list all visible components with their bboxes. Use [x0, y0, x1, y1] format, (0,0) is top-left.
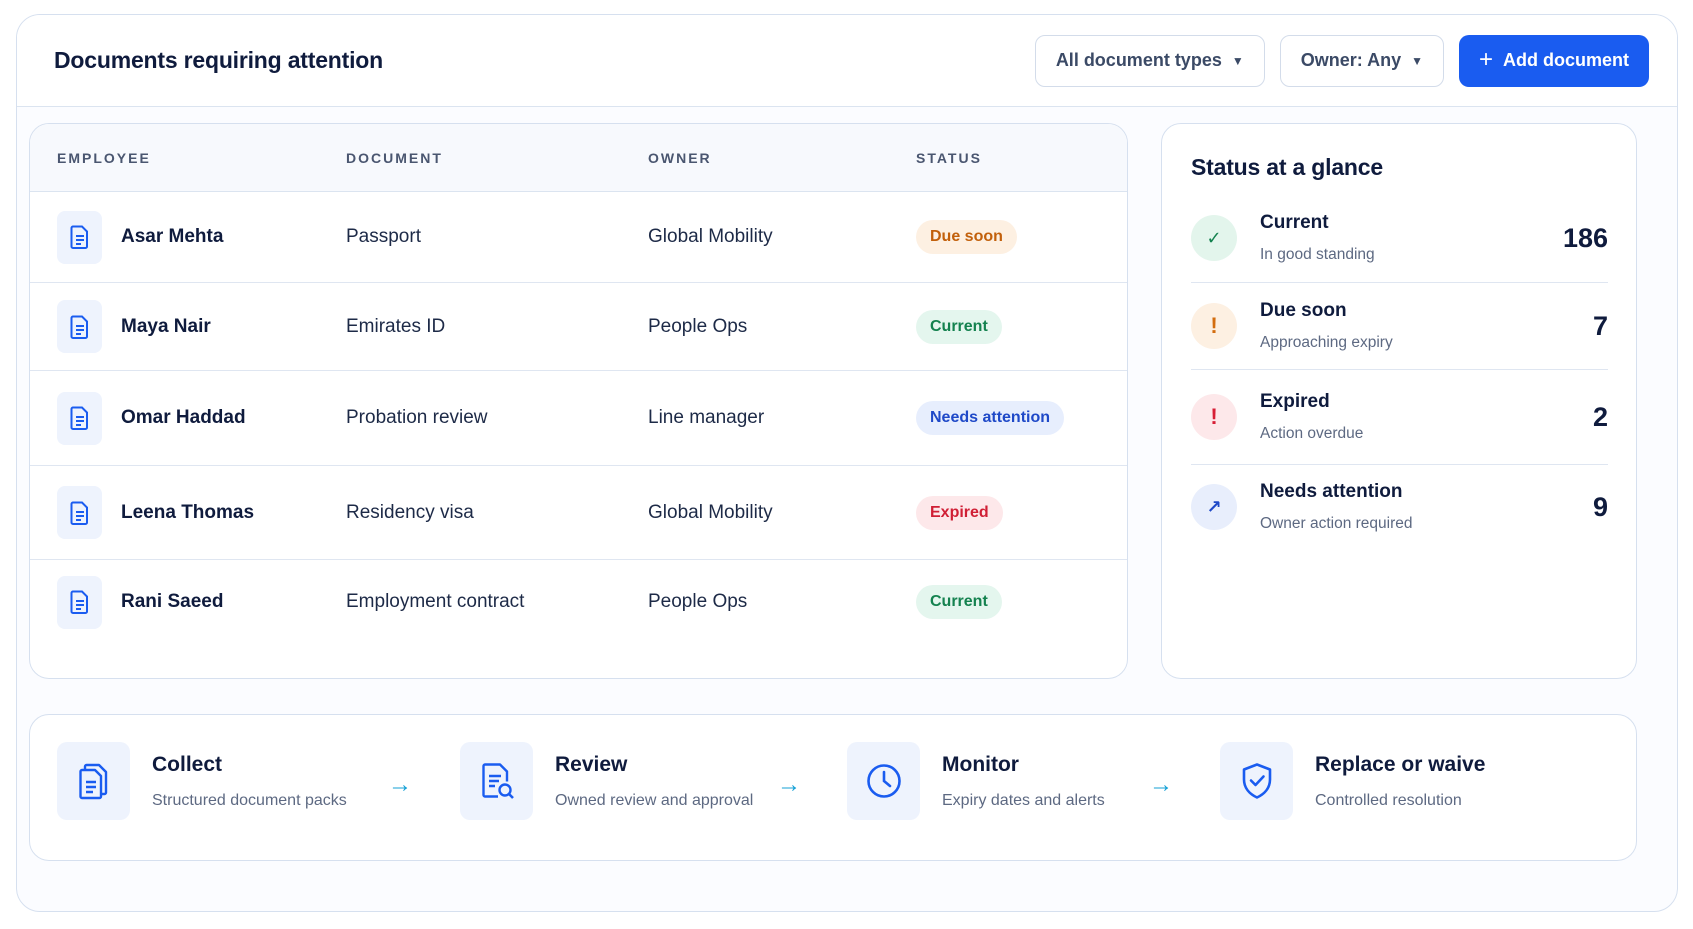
- document-name: Employment contract: [346, 591, 525, 612]
- document-type-filter-label: All document types: [1055, 50, 1222, 70]
- document-icon: [57, 486, 102, 539]
- shield-check-icon: [1220, 742, 1293, 820]
- status-summary-item[interactable]: ! Expired Action overdue 2: [1191, 370, 1608, 465]
- owner-name: People Ops: [648, 591, 748, 612]
- document-type-filter[interactable]: All document types ▼: [1034, 34, 1265, 87]
- document-search-icon: [460, 742, 533, 820]
- status-summary-label: Expired: [1260, 391, 1330, 412]
- exclamation-icon: !: [1191, 394, 1237, 440]
- document-name: Passport: [346, 226, 421, 247]
- column-employee: EMPLOYEE: [57, 149, 151, 166]
- page-header: Documents requiring attention All docume…: [17, 15, 1677, 107]
- table-row[interactable]: Leena Thomas Residency visa Global Mobil…: [30, 466, 1127, 560]
- flow-step-title: Review: [555, 752, 628, 776]
- employee-name: Asar Mehta: [121, 226, 224, 247]
- document-icon: [57, 391, 102, 445]
- table-row[interactable]: Asar Mehta Passport Global Mobility Due …: [30, 192, 1127, 283]
- caret-down-icon: ▼: [1411, 53, 1423, 68]
- owner-filter[interactable]: Owner: Any ▼: [1279, 34, 1444, 87]
- status-summary-item[interactable]: ! Due soon Approaching expiry 7: [1191, 283, 1608, 370]
- flow-step-replace-or-waive[interactable]: Replace or waive Controlled resolution: [1220, 742, 1485, 820]
- status-summary-title: Status at a glance: [1191, 154, 1383, 180]
- column-document: DOCUMENT: [346, 149, 443, 166]
- status-summary-card: Status at a glance ✓ Current In good sta…: [1161, 123, 1637, 679]
- table-header: EMPLOYEE DOCUMENT OWNER STATUS: [30, 124, 1127, 192]
- status-badge: Due soon: [916, 220, 1017, 254]
- plus-icon: +: [1478, 45, 1493, 73]
- document-name: Emirates ID: [346, 315, 446, 337]
- status-badge: Needs attention: [916, 401, 1065, 435]
- employee-name: Rani Saeed: [121, 591, 224, 612]
- document-icon: [57, 210, 102, 264]
- flow-step-review[interactable]: Review Owned review and approval: [460, 742, 753, 820]
- status-summary-item[interactable]: ↗ Needs attention Owner action required …: [1191, 465, 1608, 549]
- exclamation-icon: !: [1191, 303, 1237, 349]
- status-summary-label: Needs attention: [1260, 481, 1403, 502]
- arrow-right-icon: →: [777, 771, 801, 798]
- arrow-up-right-icon: ↗: [1191, 484, 1237, 530]
- arrow-right-icon: →: [388, 771, 412, 798]
- flow-step-subtitle: Expiry dates and alerts: [942, 791, 1105, 809]
- owner-name: People Ops: [648, 315, 748, 337]
- status-summary-count: 2: [1592, 401, 1608, 432]
- header-actions: All document types ▼ Owner: Any ▼ + Add …: [1034, 34, 1649, 87]
- caret-down-icon: ▼: [1231, 53, 1244, 68]
- status-summary-subtitle: Owner action required: [1260, 515, 1413, 532]
- table-row[interactable]: Maya Nair Emirates ID People Ops Current: [30, 283, 1127, 371]
- status-summary-count: 7: [1592, 310, 1608, 341]
- check-icon: ✓: [1191, 215, 1237, 261]
- process-flow: Collect Structured document packs → Revi…: [29, 714, 1637, 861]
- flow-step-collect[interactable]: Collect Structured document packs: [57, 742, 347, 820]
- employee-name: Maya Nair: [121, 315, 211, 337]
- status-summary-subtitle: Approaching expiry: [1260, 334, 1393, 351]
- clock-icon: [847, 742, 920, 820]
- flow-step-subtitle: Structured document packs: [152, 791, 347, 809]
- column-owner: OWNER: [648, 149, 712, 166]
- document-name: Probation review: [346, 407, 488, 428]
- status-summary-label: Current: [1260, 212, 1329, 233]
- table-row[interactable]: Omar Haddad Probation review Line manage…: [30, 371, 1127, 466]
- employee-name: Omar Haddad: [121, 407, 246, 428]
- owner-name: Global Mobility: [648, 501, 773, 523]
- document-name: Residency visa: [346, 501, 474, 523]
- add-document-label: Add document: [1503, 50, 1629, 70]
- page-title: Documents requiring attention: [54, 47, 383, 73]
- status-summary-subtitle: Action overdue: [1260, 425, 1364, 442]
- status-summary-count: 9: [1592, 491, 1608, 522]
- flow-step-monitor[interactable]: Monitor Expiry dates and alerts: [847, 742, 1105, 820]
- flow-step-title: Collect: [152, 752, 223, 776]
- add-document-button[interactable]: + Add document: [1458, 34, 1649, 87]
- status-badge: Expired: [916, 495, 1003, 530]
- employee-name: Leena Thomas: [121, 501, 255, 523]
- flow-step-subtitle: Controlled resolution: [1315, 791, 1462, 809]
- status-summary-subtitle: In good standing: [1260, 246, 1375, 263]
- document-icon: [57, 575, 102, 629]
- documents-table: EMPLOYEE DOCUMENT OWNER STATUS Asar Meht…: [29, 123, 1128, 679]
- status-summary-item[interactable]: ✓ Current In good standing 186: [1191, 194, 1608, 283]
- owner-name: Global Mobility: [648, 226, 773, 247]
- status-summary-count: 186: [1562, 222, 1608, 253]
- flow-step-subtitle: Owned review and approval: [555, 791, 754, 809]
- flow-step-title: Replace or waive: [1315, 752, 1486, 776]
- owner-name: Line manager: [648, 407, 765, 428]
- arrow-right-icon: →: [1149, 771, 1173, 798]
- table-row[interactable]: Rani Saeed Employment contract People Op…: [30, 560, 1127, 644]
- column-status: STATUS: [916, 149, 982, 166]
- document-icon: [57, 300, 102, 353]
- owner-filter-label: Owner: Any: [1300, 50, 1402, 70]
- document-stack-icon: [57, 742, 130, 820]
- status-summary-label: Due soon: [1260, 300, 1347, 321]
- flow-step-title: Monitor: [942, 752, 1019, 776]
- status-badge: Current: [916, 309, 1002, 344]
- status-badge: Current: [916, 585, 1002, 619]
